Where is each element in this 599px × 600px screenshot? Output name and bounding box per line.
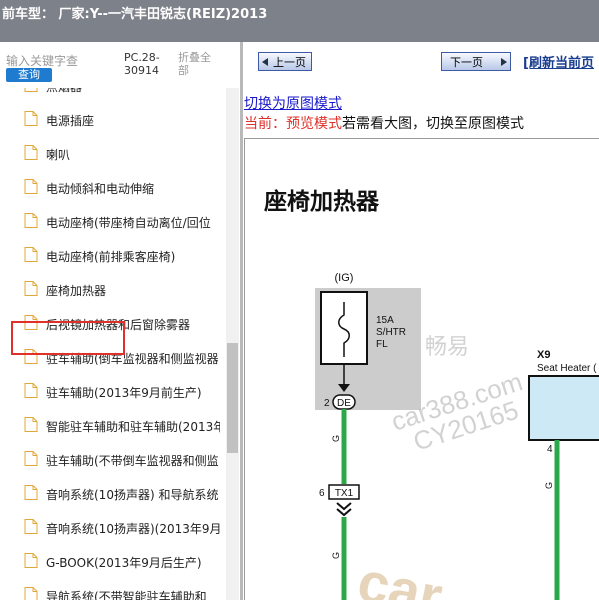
topic-list-item[interactable]: 音响系统(10扬声器)(2013年9月 [24,511,220,544]
topic-list-item-label: 音响系统(10扬声器) 和导航系统 [46,488,219,502]
document-icon [24,179,38,194]
document-icon [24,485,38,500]
document-title: 座椅加热器 [264,189,379,215]
topic-list-item-label: 喇叭 [46,148,71,162]
topic-list-item-label: 驻车辅助(2013年9月前生产) [46,386,202,400]
topic-list-item[interactable]: 电动座椅(带座椅自动离位/回位 [24,205,220,238]
status-label: 当前：预览模式 [244,116,342,132]
document-icon [24,553,38,568]
topic-list-item[interactable]: 音响系统(10扬声器) 和导航系统 [24,477,220,510]
document-icon [24,519,38,534]
search-button[interactable]: 查询 [6,68,52,82]
topic-list: 点烟器电源插座喇叭电动倾斜和电动伸缩电动座椅(带座椅自动离位/回位电动座椅(前排… [0,88,224,600]
content-pane: 上一页 下一页 [刷新当前页 切换为原图模式 当前：预览模式若需看大图，切换至原… [243,42,599,600]
prev-page-button[interactable]: 上一页 [258,52,312,71]
document-icon [24,88,38,92]
topic-list-item[interactable]: G-BOOK(2013年9月后生产) [24,545,220,578]
topic-list-item[interactable]: 后视镜加热器和后窗除雾器 [24,307,220,340]
title-bar: 前车型： 厂家:Y--一汽丰田锐志(REIZ)2013 [0,0,599,42]
collapse-all-link[interactable]: 折叠全部 [178,51,218,77]
topic-list-item[interactable]: 智能驻车辅助和驻车辅助(2013年 [24,409,220,442]
scrollbar-thumb[interactable] [227,343,238,453]
topic-list-item-label: 驻车辅助(不带倒车监视器和侧监 [46,454,219,468]
topic-list-item-label: 点烟器 [46,88,82,95]
document-icon [24,417,38,432]
document-viewer[interactable]: (IG) 15A S/HTR FL DE 2 G TX1 6 G X9 Seat… [244,138,599,600]
topic-list-item-label: 电动倾斜和电动伸缩 [46,182,155,196]
document-code: PC.28-30914 [124,51,160,77]
sidebar: 查询 PC.28-30914 折叠全部 点烟器电源插座喇叭电动倾斜和电动伸缩电动… [0,42,240,600]
arrow-left-icon [262,58,268,66]
sidebar-scrollbar[interactable] [226,88,239,600]
pin-4-label: 4 [547,444,553,455]
topic-list-item[interactable]: 驻车辅助(不带倒车监视器和侧监 [24,443,220,476]
pin-6-label: 6 [319,488,325,499]
switch-original-mode-link[interactable]: 切换为原图模式 [244,93,342,113]
connector-chevron-icon [336,502,352,517]
seat-heater-box [528,375,599,441]
topic-list-item-label: 座椅加热器 [46,284,107,298]
topic-list-item-label: 电动座椅(带座椅自动离位/回位 [46,216,211,230]
view-mode-status: 当前：预览模式若需看大图，切换至原图模式 [244,113,524,133]
wire-color-label-1: G [331,435,341,442]
wire-color-label-3: G [544,482,554,489]
document-icon [24,349,38,364]
topic-list-item[interactable]: 导航系统(不带智能驻车辅助和 [24,579,220,600]
watermark-logo: car [353,549,448,600]
watermark-text-1: 畅易 [425,334,469,359]
window-title: 前车型： 厂家:Y--一汽丰田锐志(REIZ)2013 [2,7,268,22]
sidebar-toolbar: 查询 PC.28-30914 折叠全部 [0,42,240,88]
ig-label: (IG) [335,272,354,284]
topic-list-item-label: 后视镜加热器和后窗除雾器 [46,318,191,332]
document-icon [24,213,38,228]
topic-list-item-label: 导航系统(不带智能驻车辅助和 [46,590,207,600]
document-icon [24,247,38,262]
topic-list-item[interactable]: 点烟器 [24,88,220,102]
next-page-button[interactable]: 下一页 [441,52,511,71]
topic-list-item[interactable]: 座椅加热器 [24,273,220,306]
topic-list-item[interactable]: 电动座椅(前排乘客座椅) [24,239,220,272]
fuse-amp-label: 15A [376,315,394,326]
topic-list-item[interactable]: 驻车辅助(2013年9月前生产) [24,375,220,408]
wire-color-label-2: G [331,552,341,559]
seat-heater-label: Seat Heater ( [537,363,597,374]
topic-list-item-label: 音响系统(10扬声器)(2013年9月 [46,522,220,536]
topic-list-item[interactable]: 喇叭 [24,137,220,170]
document-icon [24,383,38,398]
topic-list-item[interactable]: 电动倾斜和电动伸缩 [24,171,220,204]
topic-list-item[interactable]: 驻车辅助(倒车监视器和侧监视器 [24,341,220,374]
next-page-label: 下一页 [450,56,483,69]
topic-list-item-label: 驻车辅助(倒车监视器和侧监视器 [46,352,219,366]
fuse-name-label: S/HTR [376,327,406,338]
arrow-right-icon [501,58,507,66]
topic-list-item-label: G-BOOK(2013年9月后生产) [46,556,202,570]
document-icon [24,451,38,466]
topic-list-item-label: 智能驻车辅助和驻车辅助(2013年 [46,420,220,434]
document-icon [24,111,38,126]
x9-label: X9 [537,349,550,361]
prev-page-label: 上一页 [273,56,306,69]
page-nav: 上一页 下一页 [刷新当前页 [243,42,599,82]
document-icon [24,145,38,160]
document-icon [24,315,38,330]
topic-list-item-label: 电源插座 [46,114,95,128]
connector-de-label: DE [337,398,351,409]
document-icon [24,587,38,600]
topic-list-item-label: 电动座椅(前排乘客座椅) [46,250,176,264]
topic-list-item[interactable]: 电源插座 [24,103,220,136]
connector-tx1-label: TX1 [335,488,354,499]
document-icon [24,281,38,296]
fuse-type-label: FL [376,339,388,350]
status-hint: 若需看大图，切换至原图模式 [342,116,524,132]
refresh-page-link[interactable]: [刷新当前页 [523,52,594,71]
pin-2-label: 2 [324,398,330,409]
